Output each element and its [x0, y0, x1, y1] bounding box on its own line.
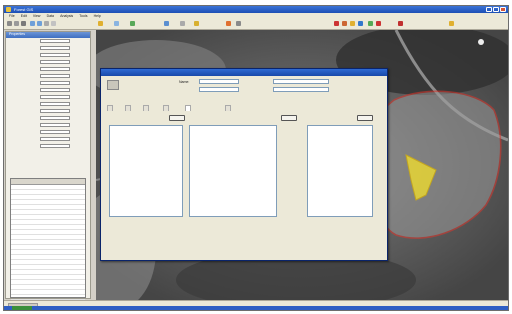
- menu-edit[interactable]: Edit: [21, 14, 27, 18]
- field-row: [6, 143, 90, 150]
- app-title: Forest GIS: [14, 7, 34, 12]
- field-row: [6, 87, 90, 94]
- measure-icon[interactable]: [130, 21, 135, 26]
- dialog-tabs: [107, 105, 381, 111]
- field-row: [6, 136, 90, 143]
- field-input[interactable]: [40, 109, 70, 113]
- zoom-in-icon[interactable]: [30, 21, 35, 26]
- new-icon[interactable]: [7, 21, 12, 26]
- field-input[interactable]: [40, 74, 70, 78]
- open-icon[interactable]: [14, 21, 19, 26]
- dialog-title: [101, 69, 387, 76]
- field-input[interactable]: [40, 53, 70, 57]
- properties-panel: Properties: [5, 31, 91, 305]
- delete-icon[interactable]: [376, 21, 381, 26]
- alert-icon[interactable]: [398, 21, 403, 26]
- field-input[interactable]: [40, 60, 70, 64]
- text-icon[interactable]: [236, 21, 241, 26]
- menu-data[interactable]: Data: [47, 14, 54, 18]
- zoom-out-icon[interactable]: [37, 21, 42, 26]
- tab-4[interactable]: [163, 105, 169, 111]
- field-input[interactable]: [40, 46, 70, 50]
- list-item[interactable]: [190, 166, 276, 170]
- field-input[interactable]: [40, 95, 70, 99]
- pan-icon[interactable]: [44, 21, 49, 26]
- field-row: [6, 45, 90, 52]
- app-icon: [6, 7, 11, 12]
- globe-icon[interactable]: [164, 21, 169, 26]
- go-icon[interactable]: [368, 21, 373, 26]
- maximize-button[interactable]: [493, 7, 499, 12]
- field-row: [6, 122, 90, 129]
- result-item[interactable]: [308, 130, 372, 134]
- layer-icon[interactable]: [98, 21, 103, 26]
- field-input[interactable]: [40, 39, 70, 43]
- field-row: [6, 129, 90, 136]
- field-input[interactable]: [40, 116, 70, 120]
- tab-3[interactable]: [143, 105, 149, 111]
- field-row: [6, 59, 90, 66]
- tab-6[interactable]: [225, 105, 231, 111]
- menu-file[interactable]: File: [9, 14, 15, 18]
- field-input[interactable]: [40, 137, 70, 141]
- field-row: [6, 80, 90, 87]
- tab-1[interactable]: [107, 105, 113, 111]
- remove-button[interactable]: [357, 115, 373, 121]
- field-input[interactable]: [40, 144, 70, 148]
- map-marker-icon[interactable]: [478, 39, 484, 45]
- type-field[interactable]: [199, 87, 239, 92]
- field-row: [6, 108, 90, 115]
- result-list[interactable]: [307, 125, 373, 217]
- lock-icon[interactable]: [449, 21, 454, 26]
- field-row: [6, 94, 90, 101]
- field-row: [6, 101, 90, 108]
- owner-field[interactable]: [273, 87, 329, 92]
- field-row: [6, 38, 90, 45]
- select-icon[interactable]: [51, 21, 56, 26]
- attribute-list[interactable]: [189, 125, 277, 217]
- flag-icon[interactable]: [350, 21, 355, 26]
- toolbar: [4, 19, 508, 30]
- info-icon[interactable]: [358, 21, 363, 26]
- taskbar: [4, 306, 508, 310]
- field-row: [6, 115, 90, 122]
- stop-icon[interactable]: [342, 21, 347, 26]
- field-input[interactable]: [40, 102, 70, 106]
- identify-icon[interactable]: [114, 21, 119, 26]
- name-field[interactable]: [199, 79, 239, 84]
- field-input[interactable]: [40, 88, 70, 92]
- add-button[interactable]: [169, 115, 185, 121]
- application-window: Forest GIS File Edit View Data Analysis …: [3, 5, 509, 311]
- area-field[interactable]: [273, 79, 329, 84]
- name-label: Name:: [179, 80, 190, 84]
- field-row: [6, 73, 90, 80]
- record-icon[interactable]: [334, 21, 339, 26]
- field-input[interactable]: [40, 81, 70, 85]
- move-button[interactable]: [281, 115, 297, 121]
- print-icon[interactable]: [180, 21, 185, 26]
- menu-analysis[interactable]: Analysis: [60, 14, 73, 18]
- attribute-table[interactable]: [10, 178, 86, 305]
- field-input[interactable]: [40, 130, 70, 134]
- menu-view[interactable]: View: [33, 14, 41, 18]
- stand-properties-dialog: Name:: [100, 68, 388, 261]
- tab-5[interactable]: [185, 105, 191, 111]
- close-button[interactable]: [500, 7, 506, 12]
- field-input[interactable]: [40, 67, 70, 71]
- tree-item[interactable]: [110, 151, 182, 155]
- edit-icon[interactable]: [226, 21, 231, 26]
- title-bar: Forest GIS: [4, 6, 508, 13]
- field-row: [6, 66, 90, 73]
- minimize-button[interactable]: [486, 7, 492, 12]
- field-input[interactable]: [40, 123, 70, 127]
- tab-2[interactable]: [125, 105, 131, 111]
- menu-help[interactable]: Help: [94, 14, 101, 18]
- save-icon[interactable]: [21, 21, 26, 26]
- folder-icon[interactable]: [194, 21, 199, 26]
- menu-tools[interactable]: Tools: [79, 14, 87, 18]
- category-tree[interactable]: [109, 125, 183, 217]
- start-button[interactable]: [12, 306, 32, 310]
- dialog-logo-icon: [107, 80, 119, 90]
- field-row: [6, 52, 90, 59]
